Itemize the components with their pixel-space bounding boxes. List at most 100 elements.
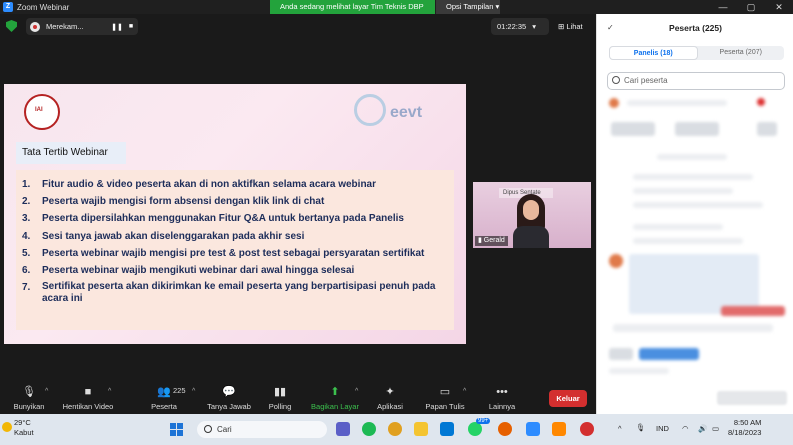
rules-list: 1. Fitur audio & video peserta akan di no… — [16, 170, 454, 330]
list-item — [629, 254, 759, 314]
tab-attendees[interactable]: Peserta (207) — [698, 46, 785, 60]
more-button[interactable]: ••• Lainnya — [486, 386, 518, 411]
close-button[interactable]: ✕ — [765, 0, 793, 14]
speaker-name-tag: ▮ Gerald — [475, 236, 508, 246]
firefox-icon[interactable] — [498, 422, 512, 436]
weather-widget[interactable]: 29°C Kabut — [14, 418, 34, 438]
participant-search-input[interactable]: Cari peserta — [607, 72, 785, 90]
search-icon — [204, 425, 212, 433]
list-item[interactable] — [675, 122, 719, 136]
language-indicator[interactable]: IND — [656, 424, 669, 434]
rule-item: 4. Sesi tanya jawab akan diselenggarakan … — [22, 230, 305, 242]
list-item — [633, 174, 753, 180]
stop-recording-button[interactable]: ■ — [124, 23, 138, 30]
zoom-taskbar-icon[interactable] — [526, 422, 540, 436]
list-item[interactable] — [611, 122, 655, 136]
audio-options-caret[interactable]: ^ — [45, 388, 48, 395]
chrome-icon[interactable] — [388, 422, 402, 436]
clock[interactable]: 8:50 AM 8/18/2023 — [728, 418, 761, 438]
zoom-logo-icon: Z — [3, 2, 13, 12]
eevt-logo-text: eevt — [390, 104, 423, 121]
unmute-button[interactable]: 🎙 Bunyikan — [10, 386, 48, 411]
panel-footer — [717, 391, 787, 405]
weather-sun-icon — [2, 422, 12, 432]
qa-icon: 💬 — [222, 386, 236, 398]
shared-screen-slide: IAI eevt Tata Tertib Webinar 1. Fitur aud… — [4, 84, 466, 344]
share-screen-button[interactable]: ⬆ Bagikan Layar — [309, 386, 361, 411]
pause-recording-button[interactable]: ❚❚ — [110, 23, 124, 31]
file-explorer-icon[interactable] — [414, 422, 428, 436]
notification-badge: 99+ — [476, 418, 491, 424]
more-label: Lainnya — [488, 402, 516, 411]
teams-icon[interactable] — [336, 422, 350, 436]
windows-taskbar: 29°C Kabut Cari 99+ ^ 🎙 IND ◠ 🔊 ▭ 8:50 A… — [0, 414, 793, 445]
participants-tabs: Panelis (18) Peserta (207) — [609, 46, 784, 60]
polling-button[interactable]: ▮▮ Polling — [264, 386, 296, 411]
whatsapp-icon[interactable] — [468, 422, 482, 436]
share-screen-label: Bagikan Layar — [311, 402, 359, 411]
maximize-button[interactable]: ▢ — [737, 0, 765, 14]
start-button[interactable] — [170, 423, 184, 437]
security-shield-icon[interactable] — [6, 20, 17, 32]
iai-logo-text: IAI — [35, 107, 43, 113]
wifi-icon[interactable]: ◠ — [682, 424, 689, 434]
participants-options-caret[interactable]: ^ — [192, 388, 195, 395]
video-options-caret[interactable]: ^ — [108, 388, 111, 395]
view-options-label: Opsi Tampilan — [446, 2, 494, 11]
window-controls: — ▢ ✕ — [709, 0, 793, 14]
battery-icon[interactable]: ▭ — [712, 424, 719, 434]
weather-condition: Kabut — [14, 428, 34, 437]
clock-date: 8/18/2023 — [728, 428, 762, 437]
vlc-icon[interactable] — [552, 422, 566, 436]
view-button[interactable]: ⊞ Lihat — [558, 18, 583, 35]
view-label: Lihat — [566, 22, 583, 31]
taskbar-search[interactable]: Cari — [197, 421, 327, 438]
avatar — [609, 254, 623, 268]
list-item — [609, 368, 669, 374]
status-badge — [721, 306, 785, 316]
apps-label: Aplikasi — [377, 402, 403, 411]
speaker-video[interactable]: Dipus Sentate ▮ Gerald — [473, 182, 591, 248]
apps-button[interactable]: ✦ Aplikasi — [373, 386, 407, 411]
slide-title: Tata Tertib Webinar — [16, 142, 126, 164]
leave-button[interactable]: Keluar — [549, 390, 587, 407]
rule-item: 1. Fitur audio & video peserta akan di no… — [22, 179, 376, 190]
zoom-window: Z Zoom Webinar Anda sedang melihat layar… — [0, 0, 793, 445]
spotify-icon[interactable] — [362, 422, 376, 436]
edge-icon[interactable] — [440, 422, 454, 436]
qa-button[interactable]: 💬 Tanya Jawab — [205, 386, 253, 411]
list-item[interactable] — [639, 348, 699, 360]
recording-icon — [30, 21, 40, 32]
stop-video-label: Hentikan Video — [62, 402, 114, 411]
search-icon — [612, 76, 620, 84]
list-item — [657, 154, 727, 160]
chevron-down-icon[interactable]: ▾ — [532, 22, 536, 31]
share-banner: Anda sedang melihat layar Tim Teknis DBP — [270, 0, 435, 14]
share-banner-text: Anda sedang melihat layar Tim Teknis DBP — [280, 2, 424, 11]
whiteboard-label: Papan Tulis — [425, 402, 465, 411]
microphone-icon[interactable]: 🎙 — [636, 423, 646, 433]
speaker-figure — [513, 194, 549, 248]
participants-panel: ✓ Peserta (225) Panelis (18) Peserta (20… — [596, 14, 793, 414]
tab-panelists[interactable]: Panelis (18) — [609, 46, 698, 60]
window-title: Zoom Webinar — [17, 2, 70, 12]
app-icon[interactable] — [580, 422, 594, 436]
rule-item: 5. Peserta webinar wajib mengisi pre test… — [22, 247, 425, 259]
volume-icon[interactable]: 🔊 — [698, 424, 707, 434]
tray-overflow-icon[interactable]: ^ — [618, 424, 622, 434]
taskbar-search-label: Cari — [217, 425, 232, 434]
minimize-button[interactable]: — — [709, 0, 737, 14]
muted-icon — [757, 98, 765, 106]
list-item — [633, 224, 723, 230]
polling-label: Polling — [268, 402, 292, 411]
list-item[interactable] — [757, 122, 777, 136]
list-item[interactable] — [627, 100, 727, 106]
view-options-button[interactable]: Opsi Tampilan ▾ — [436, 0, 500, 14]
share-options-caret[interactable]: ^ — [355, 388, 358, 395]
whiteboard-options-caret[interactable]: ^ — [463, 388, 466, 395]
clock-time: 8:50 AM — [733, 418, 762, 427]
meeting-area: Merekam... ❚❚ ■ 01:22:35 ▾ ⊞ Lihat IAI e… — [0, 14, 596, 384]
list-item[interactable] — [609, 348, 633, 360]
rule-item: 3. Peserta dipersilahkan menggunakan Fitu… — [22, 213, 404, 225]
whiteboard-button[interactable]: ▭ Papan Tulis — [423, 386, 467, 411]
